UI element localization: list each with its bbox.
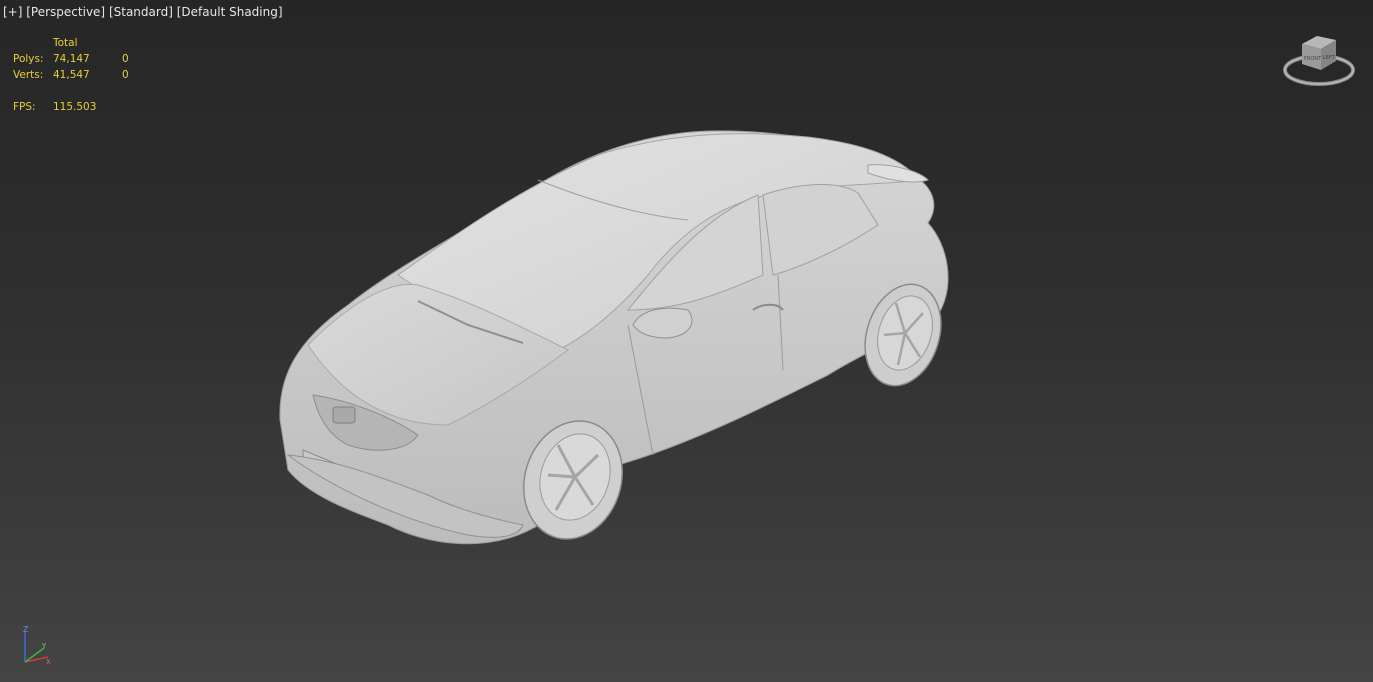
- stats-fps-label: FPS:: [13, 101, 36, 113]
- stats-fps-value: 115.503: [53, 101, 97, 113]
- viewport-style-menu[interactable]: [Standard]: [109, 5, 173, 19]
- stats-header-total: Total: [53, 37, 78, 49]
- viewport-label-menu: [+] [Perspective] [Standard] [Default Sh…: [3, 5, 283, 19]
- stats-polys-selected: 0: [122, 53, 129, 65]
- viewport-shading-menu[interactable]: [Default Shading]: [177, 5, 283, 19]
- axis-tripod-icon: Z X Y: [18, 624, 54, 668]
- viewport-view-menu[interactable]: [Perspective]: [26, 5, 105, 19]
- stats-verts-label: Verts:: [13, 69, 44, 81]
- viewcube-left-label: LEFT: [1323, 55, 1336, 61]
- stats-polys-label: Polys:: [13, 53, 44, 65]
- car-model[interactable]: [268, 125, 958, 555]
- viewcube-icon[interactable]: FRONT LEFT: [1280, 30, 1360, 92]
- stats-verts-total: 41,547: [53, 69, 90, 81]
- axis-x-label: X: [46, 658, 51, 666]
- axis-y-label: Y: [41, 642, 47, 650]
- viewport-plus-menu[interactable]: [+]: [3, 5, 22, 19]
- stats-verts-selected: 0: [122, 69, 129, 81]
- axis-z-label: Z: [23, 625, 29, 634]
- viewcube-front-label: FRONT: [1304, 56, 1322, 62]
- stats-polys-total: 74,147: [53, 53, 90, 65]
